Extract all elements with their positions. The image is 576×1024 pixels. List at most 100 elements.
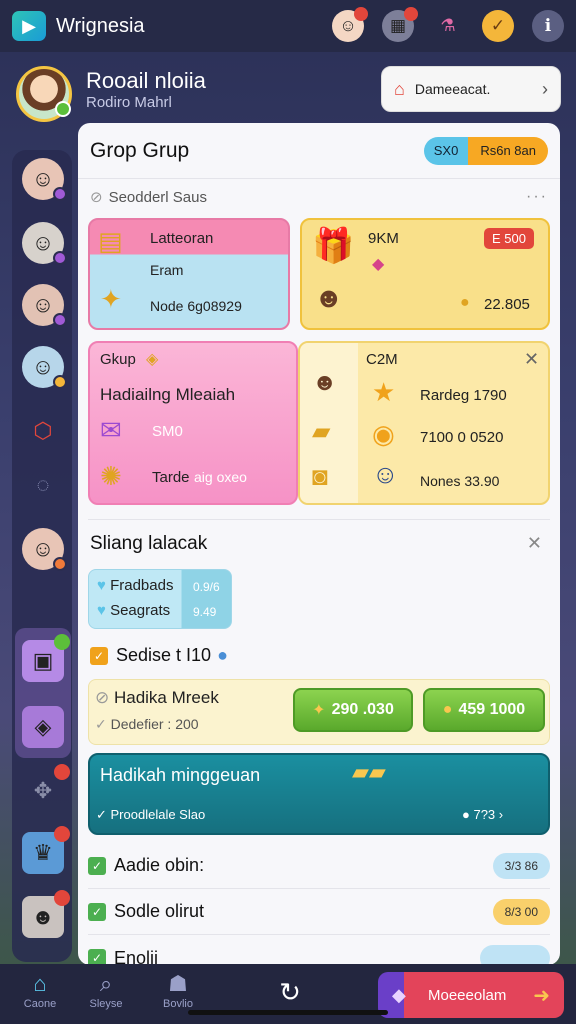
nav-search[interactable]: ⌕ Sleyse [76, 970, 136, 1010]
nav-home[interactable]: ⌂ Caone [10, 970, 70, 1010]
shield-icon[interactable]: ⬡ [22, 410, 64, 452]
close-icon[interactable]: ✕ [527, 533, 542, 554]
card-c-line4b: aig oxeo [194, 469, 247, 485]
banner-value: ● 7?3 › [462, 807, 504, 822]
profile-action-label: Dameeacat. [414, 81, 491, 97]
nav-cta-button[interactable]: ◆ Moeeeolam ➜ [378, 972, 564, 1018]
card-c-line2: Hadiailng Mleaiah [100, 385, 236, 404]
medal-icon: ● [217, 645, 228, 665]
task-row[interactable]: ✓ Sodle olirut 8/3 00 [88, 889, 550, 935]
potion-icon[interactable]: ⚗ [432, 10, 464, 42]
app-logo-icon: ▶ [12, 11, 46, 41]
reward-card-b[interactable]: 🎁 9KM E 500 ◆ ☻ ● 22.805 [300, 218, 550, 330]
shield-badge-icon: ◈ [146, 351, 159, 368]
nav-profile[interactable]: ☗ Bovlio [148, 970, 208, 1010]
arrow-right-icon: ➜ [533, 984, 550, 1007]
currency-pill-right: Rs6n 8an [468, 136, 548, 165]
status-dot [53, 251, 67, 265]
task-reward-pill: 8/3 00 [492, 898, 550, 925]
currency-pill[interactable]: SX0 Rs6n 8an [423, 136, 548, 165]
status-dot [53, 557, 67, 571]
main-panel: Grop Grup SX0 Rs6n 8an ⊘ Seodderl Saus ·… [78, 123, 560, 965]
rail-avatar-1[interactable]: ☺ [22, 158, 67, 201]
reward-card-d[interactable]: ☻ ▰ ◙ C2M ✕ ★ Rardeg 1790 ◉ 7100 0 0520 … [298, 341, 550, 505]
coin-icon: ● [442, 701, 453, 718]
task-checkbox[interactable]: ✓ [88, 902, 106, 921]
stats-mini-card[interactable]: ♥ Fradbads 0.9/6 ♥ Seagrats 9.49 [88, 569, 232, 629]
coin-icon: ● [460, 294, 470, 311]
close-icon[interactable]: ✕ [524, 349, 539, 370]
orb-icon: ◉ [372, 419, 395, 449]
rail-avatar-2[interactable]: ☺ [22, 222, 67, 265]
divider [88, 519, 550, 520]
store-icon[interactable]: ▦ [382, 7, 418, 42]
profile-subtitle: Rodiro Mahrl [86, 94, 172, 111]
list-title: Sliang lalacak [90, 533, 208, 554]
task-checkbox[interactable]: ✓ [88, 856, 106, 875]
panel-title: Grop Grup [90, 138, 190, 162]
online-badge [55, 101, 71, 117]
offer-title: ⊘ Hadika Mreek [95, 688, 219, 707]
weekly-banner[interactable]: Hadikah minggeuan ▰▰ ✓ Proodlelale Slao … [88, 753, 550, 835]
notification-dot [404, 7, 418, 21]
card-b-value: 22.805 [484, 296, 530, 313]
gift-box-icon: ⌂ [394, 78, 405, 99]
buy-button-2[interactable]: ● 459 1000 [423, 688, 545, 732]
card-d-row2: 7100 0 0520 [420, 429, 504, 446]
puzzle-icon[interactable]: ✥ [22, 764, 70, 812]
dice-icon[interactable]: ◈ [22, 706, 64, 748]
notification-badge [54, 764, 70, 780]
task-row[interactable]: ✓ Enolii [88, 935, 550, 965]
task-reward-pill [480, 945, 550, 965]
left-rail: ☺ ☺ ☺ ☺ ⬡ ◌ ☺ ▣ ◈ ✥ ♛ ☻ [12, 150, 72, 962]
profile-icon: ☗ [168, 971, 188, 996]
gem-icon: ◆ [372, 256, 385, 273]
treasure-chest-icon[interactable]: ▣ [22, 634, 70, 682]
checkbox-row[interactable]: ✓ Sedise t I10 ● [90, 645, 228, 666]
offer-sub: ✓ Dedefier : 200 [95, 716, 199, 732]
task-label: Enolii [114, 947, 159, 966]
chat-icon[interactable]: ◌ [22, 464, 64, 506]
mini-row-value: 9.49 [193, 605, 217, 619]
gold-bar-icon: ▰ [312, 418, 331, 445]
banner-title: Hadikah minggeuan [100, 765, 261, 785]
smiley-icon[interactable]: ☺ [332, 7, 368, 42]
card-d-row1: Rardeg 1790 [420, 387, 507, 404]
character-avatar-icon: ☻ [312, 369, 338, 396]
avatar-icon: ☺ [372, 459, 399, 489]
card-b-title: 9KM [368, 230, 399, 247]
refresh-icon[interactable]: ↻ [270, 972, 310, 1012]
nav-home-label: Caone [23, 998, 57, 1010]
sun-coin-icon: ✺ [100, 461, 122, 491]
task-label: Aadie obin: [114, 855, 205, 875]
rail-avatar-3[interactable]: ☺ [22, 284, 67, 327]
status-dot [53, 187, 67, 201]
offer-row: ⊘ Hadika Mreek ✓ Dedefier : 200 ✦ 290 .03… [88, 679, 550, 745]
mini-row-label: ♥ Fradbads [97, 577, 174, 594]
gem-icon: ◆ [392, 984, 406, 1005]
more-icon[interactable]: ··· [526, 188, 548, 206]
task-checkbox[interactable]: ✓ [88, 949, 106, 965]
character-icon[interactable]: ☻ [22, 890, 70, 938]
task-row[interactable]: ✓ Aadie obin: 3/3 86 [88, 843, 550, 889]
crown-icon[interactable]: ♛ [22, 826, 70, 874]
card-b-tag: E 500 [484, 228, 534, 249]
mini-row-value: 0.9/6 [193, 580, 220, 594]
gold-bar-icon: ✦ [100, 284, 122, 314]
reward-card-a[interactable]: ▤ Latteoran Eram ✦ Node 6g08929 [88, 218, 290, 330]
coin-icon[interactable]: ✓ [482, 10, 514, 42]
envelope-icon: ✉ [100, 415, 122, 445]
card-c-line4: Tarde [152, 469, 190, 486]
profile-action-button[interactable]: ⌂ Dameeacat. › [381, 66, 561, 112]
section-label: Seodderl Saus [108, 188, 207, 206]
profile-avatar[interactable] [16, 66, 72, 122]
buy-button-1[interactable]: ✦ 290 .030 [293, 688, 413, 732]
info-icon[interactable]: ℹ [532, 10, 564, 42]
rail-avatar-5[interactable]: ☺ [22, 528, 67, 571]
rail-avatar-4[interactable]: ☺ [22, 346, 67, 389]
home-icon: ⌂ [33, 971, 47, 996]
reward-card-c[interactable]: Gkup ◈ Hadiailng Mleaiah ✉ SM0 ✺ Tarde a… [88, 341, 298, 505]
task-reward-pill: 3/3 86 [492, 852, 550, 879]
coin-stack-icon: ▤ [98, 226, 123, 256]
checkbox[interactable]: ✓ [90, 646, 108, 665]
